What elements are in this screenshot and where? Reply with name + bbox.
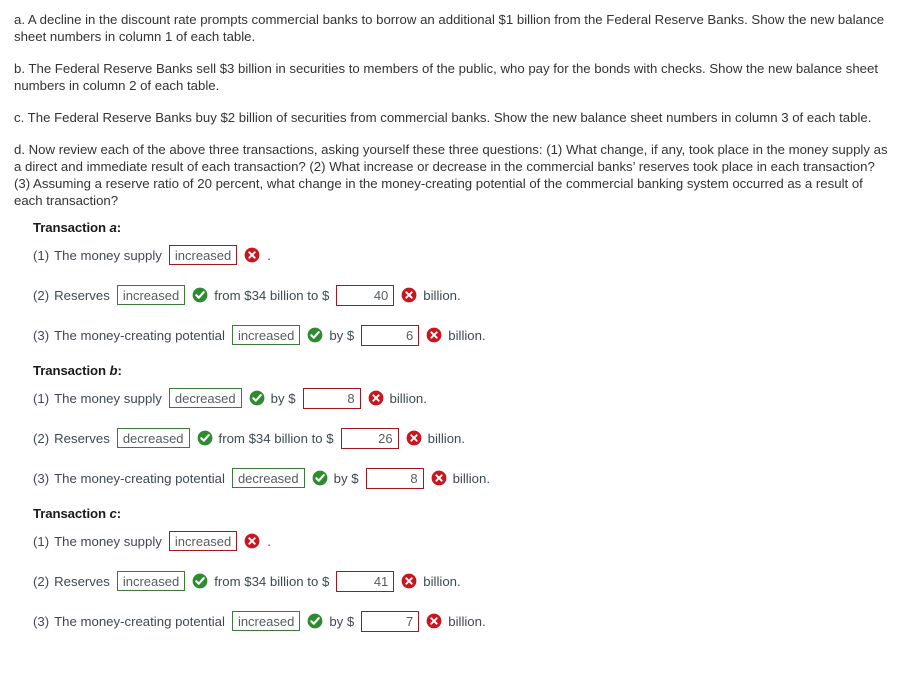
transaction-group: Transaction b: (1) The money supply decreas…	[33, 363, 893, 490]
answer-row-mid-text: from $34 billion to $	[218, 430, 334, 446]
direction-select-box[interactable]: increased	[168, 531, 238, 551]
transaction-heading: Transaction c:	[33, 506, 893, 521]
prompt-d: d. Now review each of the above three tr…	[14, 142, 888, 208]
answer-row-number: (1)	[33, 247, 50, 263]
answer-row-mid-text: by $	[270, 390, 296, 406]
amount-input[interactable]: 8	[365, 467, 424, 489]
answer-row-number: (3)	[33, 613, 50, 629]
answer-row-tail-text: billion.	[423, 573, 461, 589]
transaction-heading-word: Transaction	[33, 220, 110, 235]
amount-input[interactable]: 7	[361, 610, 420, 632]
x-circle-icon	[244, 533, 260, 549]
answer-row: (2) Reserves decreased from $34 billion to …	[33, 426, 893, 450]
check-circle-icon	[307, 327, 323, 343]
answer-row: (3) The money-creating potential increased…	[33, 323, 893, 347]
answer-row-tail-text: billion.	[452, 470, 490, 486]
prompt-b: b. The Federal Reserve Banks sell $3 bil…	[14, 61, 878, 93]
transaction-colon: :	[116, 506, 122, 521]
check-circle-icon	[307, 613, 323, 629]
direction-select-box[interactable]: decreased	[168, 388, 242, 408]
transaction-letter: a	[109, 220, 117, 235]
answer-row: (3) The money-creating potential increased…	[33, 609, 893, 633]
answer-row-lead-text: The money supply	[54, 247, 162, 263]
direction-select-box[interactable]: increased	[231, 611, 301, 631]
amount-input[interactable]: 6	[361, 324, 420, 346]
answer-row-mid-text: from $34 billion to $	[214, 573, 330, 589]
direction-select-box[interactable]: increased	[116, 571, 186, 591]
x-circle-icon	[406, 430, 422, 446]
answer-row-tail-text: .	[267, 247, 271, 263]
answer-row-lead-text: Reserves	[54, 287, 110, 303]
prompt-c: c. The Federal Reserve Banks buy $2 bill…	[14, 110, 872, 125]
amount-input[interactable]: 26	[340, 427, 399, 449]
prompt-list: a. A decline in the discount rate prompt…	[14, 11, 893, 209]
check-circle-icon	[249, 390, 265, 406]
answer-row-number: (3)	[33, 470, 50, 486]
answer-row-lead-text: The money-creating potential	[54, 470, 225, 486]
answer-row-mid-text: by $	[329, 613, 355, 629]
answer-row-number: (2)	[33, 573, 50, 589]
answer-row-tail-text: billion.	[423, 287, 461, 303]
answer-row-mid-text: by $	[333, 470, 359, 486]
answer-row-number: (2)	[33, 430, 50, 446]
answer-row-number: (3)	[33, 327, 50, 343]
transaction-colon: :	[116, 220, 122, 235]
x-circle-icon	[368, 390, 384, 406]
answer-row-lead-text: The money supply	[54, 390, 162, 406]
transaction-letter: c	[109, 506, 117, 521]
check-circle-icon	[192, 287, 208, 303]
transaction-group: Transaction a: (1) The money supply increas…	[33, 220, 893, 347]
transaction-group: Transaction c: (1) The money supply increas…	[33, 506, 893, 633]
direction-select-box[interactable]: increased	[168, 245, 238, 265]
x-circle-icon	[401, 573, 417, 589]
answer-row-tail-text: billion.	[448, 327, 486, 343]
answer-row-lead-text: The money-creating potential	[54, 613, 225, 629]
answer-row-mid-text: from $34 billion to $	[214, 287, 330, 303]
answer-row-tail-text: .	[267, 533, 271, 549]
answer-row: (2) Reserves increased from $34 billion to …	[33, 569, 893, 593]
answer-row-tail-text: billion.	[427, 430, 466, 446]
direction-select-box[interactable]: increased	[231, 325, 301, 345]
answer-row: (1) The money supply decreased by $ 8 billion…	[33, 386, 893, 410]
transaction-heading-word: Transaction	[33, 506, 110, 521]
answer-row: (1) The money supply increased.	[33, 243, 893, 267]
check-circle-icon	[197, 430, 213, 446]
answers-section: Transaction a: (1) The money supply increas…	[14, 209, 893, 633]
check-circle-icon	[312, 470, 328, 486]
direction-select-box[interactable]: decreased	[116, 428, 190, 448]
answer-row-lead-text: Reserves	[54, 573, 110, 589]
x-circle-icon	[401, 287, 417, 303]
question-page: a. A decline in the discount rate prompt…	[0, 0, 907, 633]
transaction-heading-word: Transaction	[33, 363, 110, 378]
answer-row-tail-text: billion.	[389, 390, 427, 406]
answer-row: (1) The money supply increased.	[33, 529, 893, 553]
x-circle-icon	[426, 613, 442, 629]
amount-input[interactable]: 41	[336, 570, 395, 592]
transaction-heading: Transaction b:	[33, 363, 893, 378]
answer-row-lead-text: The money-creating potential	[54, 327, 225, 343]
amount-input[interactable]: 8	[302, 387, 361, 409]
prompt-a: a. A decline in the discount rate prompt…	[14, 12, 885, 44]
direction-select-box[interactable]: increased	[116, 285, 186, 305]
amount-input[interactable]: 40	[336, 284, 395, 306]
check-circle-icon	[192, 573, 208, 589]
answer-row-tail-text: billion.	[448, 613, 486, 629]
answer-row-number: (2)	[33, 287, 50, 303]
x-circle-icon	[244, 247, 260, 263]
answer-row-lead-text: Reserves	[54, 430, 110, 446]
transaction-colon: :	[117, 363, 122, 378]
answer-row: (2) Reserves increased from $34 billion to …	[33, 283, 893, 307]
x-circle-icon	[431, 470, 447, 486]
answer-row-number: (1)	[33, 390, 50, 406]
answer-row-mid-text: by $	[329, 327, 355, 343]
x-circle-icon	[426, 327, 442, 343]
answer-row: (3) The money-creating potential decreased…	[33, 466, 893, 490]
transaction-heading: Transaction a:	[33, 220, 893, 235]
answer-row-lead-text: The money supply	[54, 533, 162, 549]
answer-row-number: (1)	[33, 533, 50, 549]
direction-select-box[interactable]: decreased	[231, 468, 305, 488]
